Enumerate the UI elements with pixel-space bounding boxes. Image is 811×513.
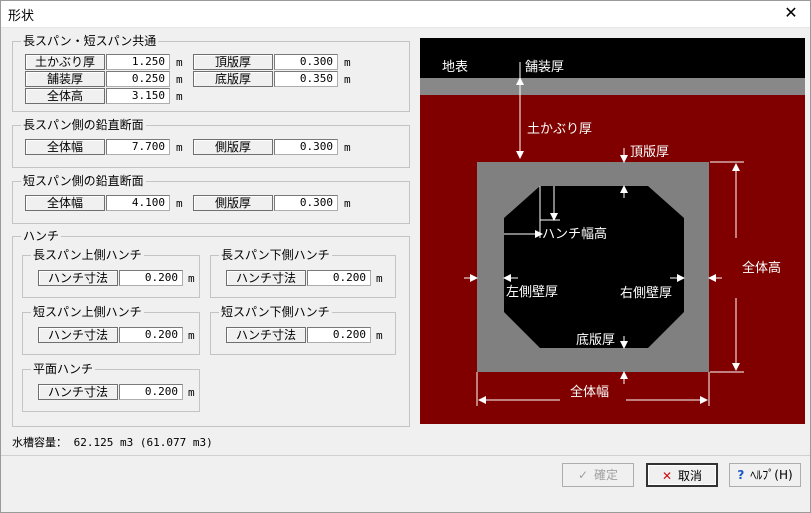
check-icon: ✓	[577, 468, 589, 482]
short-upper-haunch-input[interactable]: 0.200	[119, 327, 183, 343]
short-lower-haunch-unit: m	[376, 329, 383, 342]
bottom-slab-input[interactable]: 0.350	[274, 71, 338, 87]
bottom-slab-label: 底版厚	[193, 71, 273, 87]
cancel-button[interactable]: ✕ 取消	[646, 463, 718, 487]
close-icon[interactable]: ✕	[779, 2, 803, 24]
top-slab-unit: m	[344, 56, 351, 69]
short-width-label: 全体幅	[25, 195, 105, 211]
short-width-unit: m	[176, 197, 183, 210]
ground-label: 地表	[442, 60, 468, 75]
cross-section-diagram: 地表 舗装厚 土かぶり厚 頂版厚 ハンチ幅高 全体高 左側壁厚 右側壁厚 底版厚…	[420, 38, 805, 424]
box-void	[504, 186, 684, 348]
haunch-label-diagram: ハンチ幅高	[542, 226, 607, 242]
total-height-input[interactable]: 3.150	[106, 88, 170, 104]
pavement-thickness-input[interactable]: 0.250	[106, 71, 170, 87]
short-upper-haunch-label: ハンチ寸法	[38, 327, 118, 343]
long-lower-haunch-label: ハンチ寸法	[226, 270, 306, 286]
haunch-legend: ハンチ	[23, 229, 60, 243]
long-upper-haunch-unit: m	[188, 272, 195, 285]
ground-band	[420, 38, 805, 78]
long-width-label: 全体幅	[25, 139, 105, 155]
cover-label: 土かぶり厚	[527, 122, 592, 137]
cancel-button-label: 取消	[678, 469, 703, 483]
long-lower-haunch-unit: m	[376, 272, 383, 285]
cover-thickness-label: 土かぶり厚	[25, 54, 105, 70]
long-side-wall-label: 側版厚	[193, 139, 273, 155]
long-width-unit: m	[176, 141, 183, 154]
total-height-label-diagram: 全体高	[742, 260, 781, 276]
short-side-wall-label: 側版厚	[193, 195, 273, 211]
title-bar	[0, 0, 811, 28]
short-upper-haunch-unit: m	[188, 329, 195, 342]
bottom-slab-unit: m	[344, 73, 351, 86]
top-slab-label-diagram: 頂版厚	[630, 145, 669, 160]
left-wall-label: 左側壁厚	[506, 285, 558, 300]
short-upper-haunch-legend: 短スパン上側ハンチ	[33, 305, 142, 319]
long-side-wall-unit: m	[344, 141, 351, 154]
pavement-thickness-label: 舗装厚	[25, 71, 105, 87]
long-lower-haunch-input[interactable]: 0.200	[307, 270, 371, 286]
short-side-wall-unit: m	[344, 197, 351, 210]
short-lower-haunch-label: ハンチ寸法	[226, 327, 306, 343]
total-height-unit: m	[176, 90, 183, 103]
short-lower-haunch-input[interactable]: 0.200	[307, 327, 371, 343]
common-group-legend: 長スパン・短スパン共通	[23, 34, 157, 48]
short-width-input[interactable]: 4.100	[106, 195, 170, 211]
plane-haunch-unit: m	[188, 386, 195, 399]
footer-separator	[0, 455, 811, 456]
long-section-legend: 長スパン側の鉛直断面	[23, 118, 144, 132]
window-title: 形状	[8, 9, 35, 24]
pavement-band	[420, 78, 805, 95]
long-upper-haunch-label: ハンチ寸法	[38, 270, 118, 286]
short-lower-haunch-legend: 短スパン下側ハンチ	[221, 305, 330, 319]
bottom-slab-label-diagram: 底版厚	[576, 332, 615, 348]
top-slab-input[interactable]: 0.300	[274, 54, 338, 70]
long-upper-haunch-input[interactable]: 0.200	[119, 270, 183, 286]
ok-button[interactable]: ✓ 確定	[562, 463, 634, 487]
long-upper-haunch-legend: 長スパン上側ハンチ	[33, 248, 142, 262]
tank-capacity-text: 水槽容量： 62.125 m3 (61.077 m3)	[12, 436, 213, 449]
total-width-label-diagram: 全体幅	[570, 384, 609, 400]
cover-thickness-input[interactable]: 1.250	[106, 54, 170, 70]
long-side-wall-input[interactable]: 0.300	[274, 139, 338, 155]
short-section-legend: 短スパン側の鉛直断面	[23, 174, 144, 188]
top-slab-label: 頂版厚	[193, 54, 273, 70]
pavement-label: 舗装厚	[525, 60, 564, 75]
total-height-label: 全体高	[25, 88, 105, 104]
long-width-input[interactable]: 7.700	[106, 139, 170, 155]
cross-icon: ✕	[661, 469, 673, 483]
plane-haunch-input[interactable]: 0.200	[119, 384, 183, 400]
short-side-wall-input[interactable]: 0.300	[274, 195, 338, 211]
cover-thickness-unit: m	[176, 56, 183, 69]
plane-haunch-label: ハンチ寸法	[38, 384, 118, 400]
right-wall-label: 右側壁厚	[620, 286, 672, 301]
pavement-thickness-unit: m	[176, 73, 183, 86]
ok-button-label: 確定	[594, 468, 619, 482]
question-icon: ?	[737, 468, 745, 482]
help-button[interactable]: ? ﾍﾙﾌﾟ(H)	[729, 463, 801, 487]
long-lower-haunch-legend: 長スパン下側ハンチ	[221, 248, 330, 262]
help-button-label: ﾍﾙﾌﾟ(H)	[750, 468, 793, 482]
plane-haunch-legend: 平面ハンチ	[33, 362, 94, 376]
